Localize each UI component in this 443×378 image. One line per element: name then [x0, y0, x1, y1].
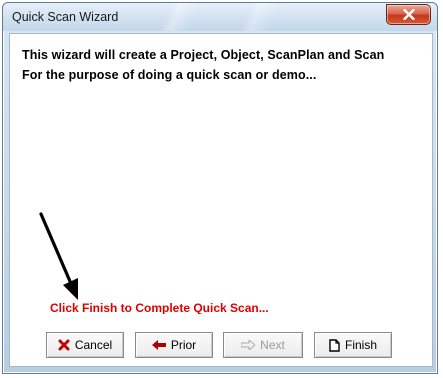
wizard-client-area: This wizard will create a Project, Objec…: [9, 33, 433, 367]
cancel-button[interactable]: Cancel: [46, 332, 124, 358]
left-arrow-icon: [151, 340, 166, 350]
wizard-content: This wizard will create a Project, Objec…: [10, 34, 430, 315]
next-label: Next: [260, 338, 285, 352]
document-icon: [329, 338, 340, 352]
title-bar[interactable]: Quick Scan Wizard: [3, 3, 437, 31]
close-button[interactable]: [386, 4, 431, 25]
window-title: Quick Scan Wizard: [12, 10, 119, 24]
right-arrow-icon: [241, 340, 256, 350]
finish-button[interactable]: Finish: [314, 332, 392, 358]
close-x-icon: [402, 9, 415, 20]
finish-label: Finish: [344, 338, 377, 352]
prior-button[interactable]: Prior: [135, 332, 213, 358]
red-x-icon: [58, 339, 70, 351]
button-bar: Cancel Prior Next Finish: [10, 314, 430, 366]
annotation-arrow-icon: [39, 212, 78, 300]
cancel-label: Cancel: [74, 338, 113, 352]
next-button[interactable]: Next: [223, 332, 303, 358]
intro-line-2: For the purpose of doing a quick scan or…: [22, 68, 317, 82]
wizard-window: Quick Scan Wizard This wizard will creat…: [2, 2, 438, 374]
finish-instruction: Click Finish to Complete Quick Scan...: [50, 301, 269, 315]
prior-label: Prior: [170, 338, 197, 352]
intro-line-1: This wizard will create a Project, Objec…: [22, 48, 385, 62]
